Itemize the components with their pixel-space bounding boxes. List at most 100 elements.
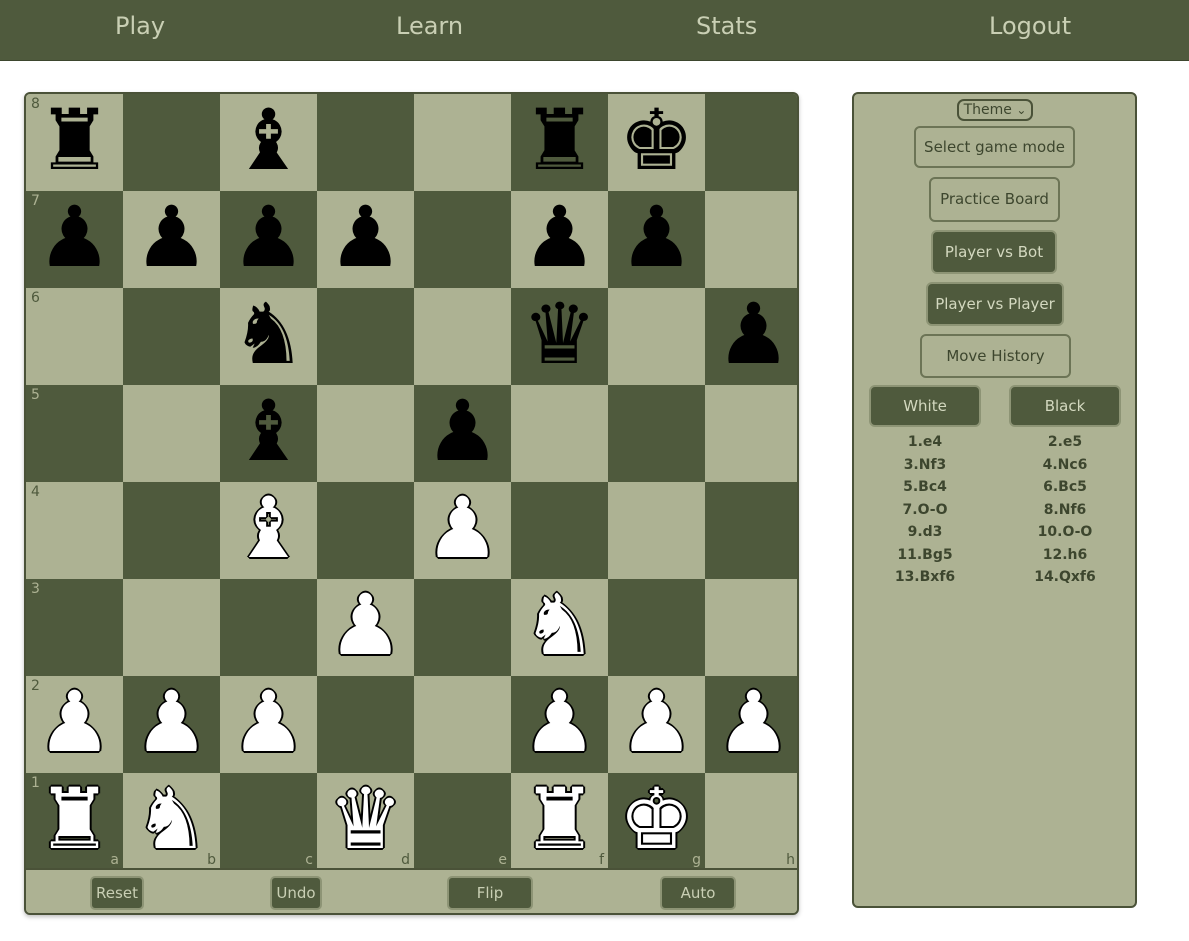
black-queen-f6[interactable]: ♛ (511, 288, 608, 385)
black-king-g8[interactable]: ♚ (608, 94, 705, 191)
square-e6[interactable] (414, 288, 511, 385)
white-rook-a1[interactable]: ♜ (26, 773, 123, 870)
theme-label: Theme (963, 102, 1012, 118)
rank-label: 6 (31, 290, 40, 306)
white-move: 9.d3 (907, 524, 943, 540)
square-c1[interactable]: c (220, 773, 317, 870)
black-moves-tab[interactable]: Black (1009, 385, 1121, 427)
black-rook-f8[interactable]: ♜ (511, 94, 608, 191)
white-pawn-h2[interactable]: ♟ (705, 676, 797, 773)
black-bishop-c5[interactable]: ♝ (220, 385, 317, 482)
white-queen-d1[interactable]: ♛ (317, 773, 414, 870)
board-container: 8 7 6 5 4 3 2 1 a b c d e f g h ♜ ♝ ♜ ♚ ♟ ♟ ♟ ♟ ♟ ♟ ♞ ♛ ♟ ♝ ♟ ♝ ♟ ♟ ♞ ♟ ♟ ♟ ♟ ♟… (24, 92, 799, 915)
white-king-g1[interactable]: ♚ (608, 773, 705, 870)
square-g6[interactable] (608, 288, 705, 385)
square-h4[interactable] (705, 482, 797, 579)
square-f4[interactable] (511, 482, 608, 579)
chevron-down-icon: ⌄ (1016, 103, 1027, 117)
square-b4[interactable] (123, 482, 220, 579)
reset-button[interactable]: Reset (90, 876, 144, 910)
square-g3[interactable] (608, 579, 705, 676)
player-vs-player-button[interactable]: Player vs Player (926, 282, 1064, 326)
white-pawn-e4[interactable]: ♟ (414, 482, 511, 579)
move-history-button[interactable]: Move History (920, 334, 1071, 378)
square-e2[interactable] (414, 676, 511, 773)
square-e3[interactable] (414, 579, 511, 676)
black-bishop-c8[interactable]: ♝ (220, 94, 317, 191)
square-d2[interactable] (317, 676, 414, 773)
nav-stats[interactable]: Stats (696, 12, 757, 40)
black-pawn-c7[interactable]: ♟ (220, 191, 317, 288)
player-vs-bot-button[interactable]: Player vs Bot (931, 230, 1057, 274)
black-pawn-f7[interactable]: ♟ (511, 191, 608, 288)
white-moves-tab[interactable]: White (869, 385, 981, 427)
white-pawn-g2[interactable]: ♟ (608, 676, 705, 773)
black-pawn-e5[interactable]: ♟ (414, 385, 511, 482)
rank-label: 3 (31, 581, 40, 597)
auto-flip-button[interactable]: Auto Flip (660, 876, 736, 910)
white-pawn-b2[interactable]: ♟ (123, 676, 220, 773)
square-h1[interactable]: h (705, 773, 797, 870)
black-pawn-g7[interactable]: ♟ (608, 191, 705, 288)
square-a4[interactable]: 4 (26, 482, 123, 579)
white-move: 7.O-O (902, 501, 948, 518)
black-move: 8.Nf6 (1043, 501, 1087, 518)
black-pawn-a7[interactable]: ♟ (26, 191, 123, 288)
black-pawn-d7[interactable]: ♟ (317, 191, 414, 288)
white-move-list: 1.e4 3.Nf3 5.Bc4 7.O-O 9.d3 11.Bg5 13.Bxf6 (869, 431, 981, 589)
square-h7[interactable] (705, 191, 797, 288)
top-navbar: Play Learn Stats Logout (0, 0, 1189, 61)
white-rook-f1[interactable]: ♜ (511, 773, 608, 870)
square-e8[interactable] (414, 94, 511, 191)
black-move-list: 2.e5 4.Nc6 6.Bc5 8.Nf6 10.O-O 12.h6 14.Qxf6 (1009, 431, 1121, 589)
black-move: 14.Qxf6 (1034, 569, 1096, 585)
flip-board-button[interactable]: Flip Board (447, 876, 533, 910)
square-d5[interactable] (317, 385, 414, 482)
white-pawn-d3[interactable]: ♟ (317, 579, 414, 676)
white-knight-b1[interactable]: ♞ (123, 773, 220, 870)
square-e1[interactable]: e (414, 773, 511, 870)
file-label: e (498, 852, 507, 868)
white-pawn-f2[interactable]: ♟ (511, 676, 608, 773)
undo-button[interactable]: Undo (270, 876, 322, 910)
square-b8[interactable] (123, 94, 220, 191)
square-h8[interactable] (705, 94, 797, 191)
square-g5[interactable] (608, 385, 705, 482)
square-h3[interactable] (705, 579, 797, 676)
square-d8[interactable] (317, 94, 414, 191)
square-a6[interactable]: 6 (26, 288, 123, 385)
theme-select[interactable]: Theme ⌄ (957, 99, 1033, 121)
white-move: 13.Bxf6 (894, 569, 956, 585)
white-bishop-c4[interactable]: ♝ (220, 482, 317, 579)
black-knight-c6[interactable]: ♞ (220, 288, 317, 385)
select-game-mode-button[interactable]: Select game mode (914, 126, 1075, 168)
nav-logout[interactable]: Logout (989, 12, 1071, 40)
chess-board[interactable]: 8 7 6 5 4 3 2 1 a b c d e f g h ♜ ♝ ♜ ♚ ♟ ♟ ♟ ♟ ♟ ♟ ♞ ♛ ♟ ♝ ♟ ♝ ♟ ♟ ♞ ♟ ♟ ♟ ♟ ♟… (26, 94, 797, 870)
white-pawn-c2[interactable]: ♟ (220, 676, 317, 773)
black-pawn-b7[interactable]: ♟ (123, 191, 220, 288)
white-knight-f3[interactable]: ♞ (511, 579, 608, 676)
black-rook-a8[interactable]: ♜ (26, 94, 123, 191)
square-b3[interactable] (123, 579, 220, 676)
square-h5[interactable] (705, 385, 797, 482)
black-move: 6.Bc5 (1043, 479, 1087, 495)
nav-learn[interactable]: Learn (396, 12, 463, 40)
square-f5[interactable] (511, 385, 608, 482)
nav-play[interactable]: Play (115, 12, 165, 40)
square-d4[interactable] (317, 482, 414, 579)
black-pawn-h6[interactable]: ♟ (705, 288, 797, 385)
square-g4[interactable] (608, 482, 705, 579)
square-d6[interactable] (317, 288, 414, 385)
square-c3[interactable] (220, 579, 317, 676)
black-move: 2.e5 (1047, 434, 1083, 450)
practice-board-button[interactable]: Practice Board (929, 177, 1060, 222)
white-move: 3.Nf3 (903, 456, 947, 473)
square-b5[interactable] (123, 385, 220, 482)
white-pawn-a2[interactable]: ♟ (26, 676, 123, 773)
white-move: 1.e4 (907, 434, 943, 450)
square-a3[interactable]: 3 (26, 579, 123, 676)
square-b6[interactable] (123, 288, 220, 385)
square-a5[interactable]: 5 (26, 385, 123, 482)
black-move: 4.Nc6 (1042, 456, 1088, 473)
square-e7[interactable] (414, 191, 511, 288)
